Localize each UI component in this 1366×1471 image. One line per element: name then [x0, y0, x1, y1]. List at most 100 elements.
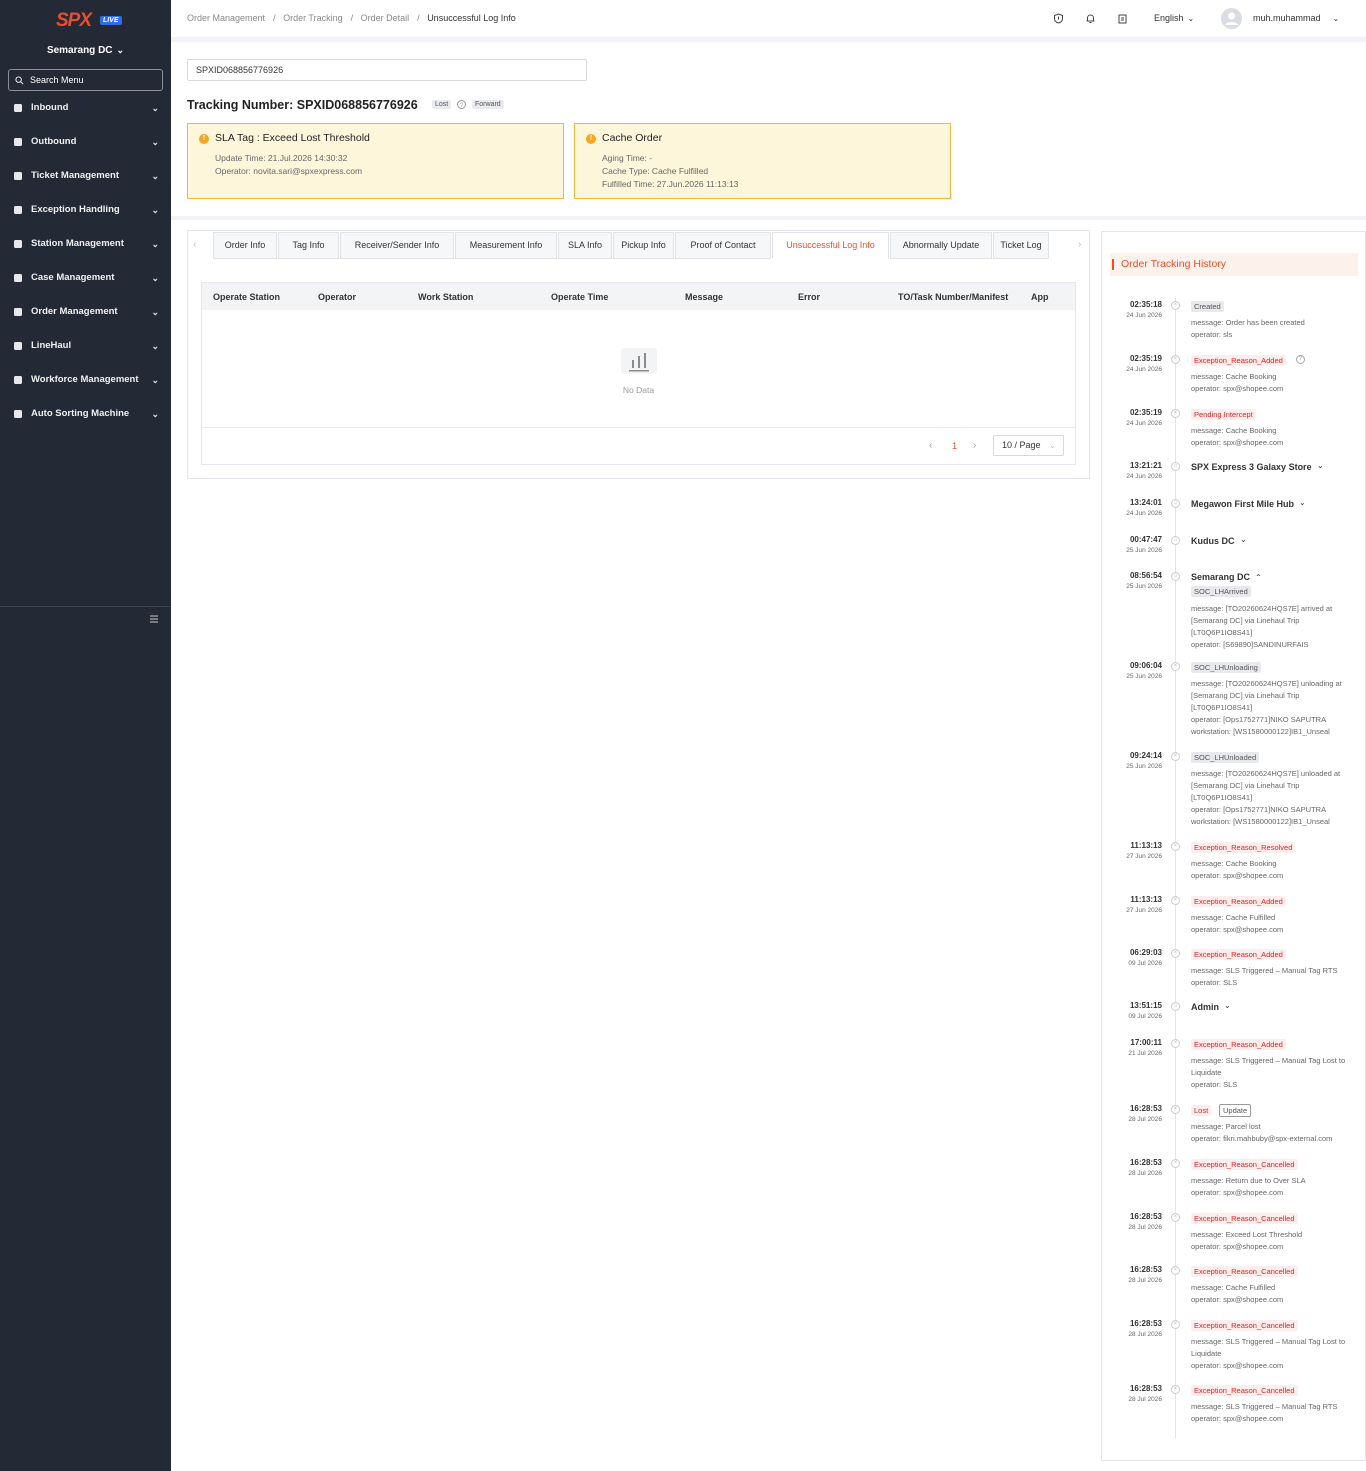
timeline-node-icon: ×	[1171, 355, 1180, 364]
history-detail-line: [Semarang DC] via Linehaul Trip	[1191, 691, 1300, 700]
history-status[interactable]: SPX Express 3 Galaxy Store	[1191, 462, 1312, 472]
sidebar-item-case-management[interactable]: Case Management ⌄	[0, 266, 171, 290]
pagination-divider	[202, 427, 1075, 428]
sidebar-item-label: Case Management	[31, 272, 115, 283]
history-status: SOC_LHUnloaded	[1191, 752, 1260, 763]
history-detail-line: operator: spx@shopee.com	[1191, 1242, 1284, 1251]
bell-icon[interactable]	[1085, 13, 1096, 24]
chevron-down-icon: ⌄	[151, 205, 159, 215]
tab-order-info[interactable]: Order Info	[213, 232, 277, 259]
cache-alert-title: Cache Order	[602, 132, 663, 144]
live-badge: LIVE	[100, 16, 122, 25]
language-selector[interactable]: English ⌄	[1154, 13, 1194, 23]
sidebar-item-station-management[interactable]: Station Management ⌄	[0, 232, 171, 256]
history-detail-line: operator: spx@shopee.com	[1191, 1188, 1284, 1197]
history-status: Exception_Reason_Added	[1191, 896, 1286, 907]
tab-ticket-log[interactable]: Ticket Log	[993, 232, 1049, 259]
history-detail-line: operator: spx@shopee.com	[1191, 1361, 1284, 1370]
order-tracking-history: Order Tracking History 02:35:18 24 Jun 20…	[1101, 231, 1366, 1461]
sidebar-item-outbound[interactable]: Outbound ⌄	[0, 130, 171, 154]
help-icon[interactable]: ?	[456, 99, 467, 110]
breadcrumb-order-detail[interactable]: Order Detail	[361, 13, 410, 23]
history-time: 16:28:53	[1129, 1158, 1162, 1167]
column-header-operate-time: Operate Time	[551, 292, 609, 302]
history-detail-line: [Semarang DC] via Linehaul Trip	[1191, 781, 1300, 790]
history-status[interactable]: Megawon First Mile Hub	[1191, 499, 1294, 509]
history-detail-line: message: [TO20260624HQS7E] arrived at	[1191, 604, 1333, 613]
sidebar-item-order-management[interactable]: Order Management ⌄	[0, 300, 171, 324]
breadcrumb-current: Unsuccessful Log Info	[427, 13, 516, 23]
history-date: 24 Jun 2026	[1126, 510, 1162, 517]
history-header: Order Tracking History	[1110, 253, 1358, 276]
tab-scroll-left-icon[interactable]: ‹	[193, 239, 196, 250]
tab-receiver-sender-info[interactable]: Receiver/Sender Info	[340, 232, 454, 259]
sidebar-item-inbound[interactable]: Inbound ⌄	[0, 96, 171, 120]
page-size-select[interactable]: 10 / Page ⌄	[993, 435, 1064, 456]
history-detail-line: message: Cache Booking	[1191, 426, 1277, 435]
lost-tag: Lost	[432, 100, 452, 109]
tab-unsuccessful-log-info[interactable]: Unsuccessful Log Info	[772, 232, 889, 259]
history-time: 09:24:14	[1129, 751, 1162, 760]
tab-measurement-info[interactable]: Measurement Info	[455, 232, 557, 259]
search-icon	[15, 76, 24, 85]
history-status: Exception_Reason_Cancelled	[1191, 1266, 1298, 1277]
current-page[interactable]: 1	[952, 441, 957, 451]
prev-page-icon[interactable]: ‹	[929, 440, 932, 451]
history-time: 09:06:04	[1129, 661, 1162, 670]
sidebar-item-ticket-management[interactable]: Ticket Management ⌄	[0, 164, 171, 188]
breadcrumb-order-tracking[interactable]: Order Tracking	[283, 13, 343, 23]
spx-logo[interactable]: SPX LIVE	[54, 9, 126, 31]
tab-scroll-right-icon[interactable]: ›	[1078, 239, 1081, 250]
chevron-down-icon: ⌄	[151, 375, 159, 385]
history-date: 28 Jul 2026	[1128, 1116, 1162, 1123]
user-menu[interactable]: muh.muhammad ⌄	[1253, 13, 1339, 23]
history-date: 25 Jun 2026	[1126, 547, 1162, 554]
search-menu-input[interactable]: Search Menu	[8, 69, 163, 91]
next-page-icon[interactable]: ›	[973, 440, 976, 451]
sidebar-item-label: LineHaul	[31, 340, 72, 351]
help-icon[interactable]: ?	[1296, 355, 1305, 364]
history-detail-line: operator: sls	[1191, 330, 1233, 339]
sidebar-item-linehaul[interactable]: LineHaul ⌄	[0, 334, 171, 358]
shield-icon[interactable]	[1053, 13, 1064, 24]
history-date: 28 Jul 2026	[1128, 1224, 1162, 1231]
tab-pickup-info[interactable]: Pickup Info	[613, 232, 674, 259]
history-status[interactable]: Semarang DC	[1191, 572, 1250, 582]
ticket-icon	[14, 172, 22, 180]
history-detail-line: message: Parcel lost	[1191, 1122, 1261, 1131]
tab-abnormally-update[interactable]: Abnormally Update	[890, 232, 992, 259]
tab-sla-info[interactable]: SLA Info	[558, 232, 612, 259]
sidebar-item-label: Order Management	[31, 306, 118, 317]
history-detail-line: operator: SLS	[1191, 978, 1238, 987]
tracking-search-input[interactable]: SPXID068856776926	[187, 59, 587, 81]
sidebar-item-auto-sorting-machine[interactable]: Auto Sorting Machine ⌄	[0, 402, 171, 426]
history-time: 16:28:53	[1129, 1212, 1162, 1221]
history-date: 28 Jul 2026	[1128, 1331, 1162, 1338]
clipboard-icon[interactable]	[1117, 13, 1128, 24]
chevron-down-icon: ⌄	[151, 239, 159, 249]
breadcrumb: Order Management / Order Tracking / Order …	[187, 13, 516, 23]
history-status[interactable]: Admin	[1191, 1002, 1219, 1012]
tab-panel: ‹ › Order Info Tag Info Receiver/Sender In…	[187, 230, 1090, 479]
history-detail-line: message: SLS Triggered – Manual Tag Lost…	[1191, 1337, 1346, 1346]
breadcrumb-order-management[interactable]: Order Management	[187, 13, 265, 23]
timeline-node-icon: ⌂	[1171, 572, 1180, 581]
history-accent-bar	[1112, 259, 1114, 270]
history-date: 24 Jun 2026	[1126, 473, 1162, 480]
history-detail-line: [LT0Q6P1IO8S41]	[1191, 793, 1253, 802]
history-status: SOC_LHUnloading	[1191, 662, 1261, 673]
home-icon	[14, 240, 22, 248]
station-selector[interactable]: Semarang DC ⌄	[0, 45, 171, 56]
history-time: 13:51:15	[1129, 1001, 1162, 1010]
history-status: Exception_Reason_Added	[1191, 1039, 1286, 1050]
collapse-menu-icon[interactable]	[149, 614, 159, 624]
timeline-node-icon: ×	[1171, 1039, 1180, 1048]
tab-proof-of-contact[interactable]: Proof of Contact	[675, 232, 771, 259]
avatar[interactable]	[1221, 8, 1242, 29]
tab-tag-info[interactable]: Tag Info	[278, 232, 339, 259]
sidebar-item-exception-handling[interactable]: Exception Handling ⌄	[0, 198, 171, 222]
history-status[interactable]: Kudus DC	[1191, 536, 1235, 546]
update-button[interactable]: Update	[1219, 1104, 1252, 1117]
sidebar-item-workforce-management[interactable]: Workforce Management ⌄	[0, 368, 171, 392]
sla-alert-title: SLA Tag : Exceed Lost Threshold	[215, 132, 370, 144]
